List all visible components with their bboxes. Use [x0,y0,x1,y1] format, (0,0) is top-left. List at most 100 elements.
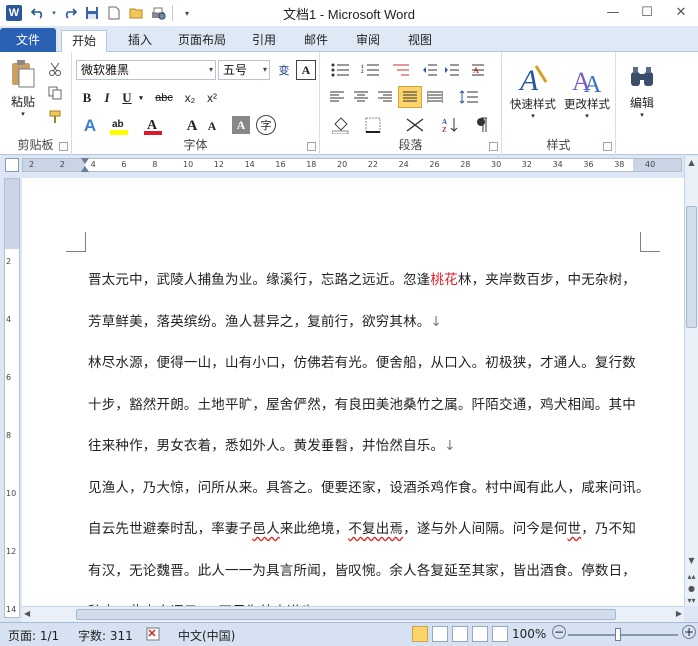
zoom-out-button[interactable]: − [552,625,566,639]
horizontal-scrollbar[interactable]: ◀ ▶ [22,606,684,622]
tab-selector[interactable] [5,158,19,172]
font-color-icon[interactable]: A [142,114,164,138]
full-screen-reading-icon[interactable] [432,626,448,642]
scroll-down-icon[interactable]: ▼ [685,554,698,568]
bold-button[interactable]: B [78,88,96,108]
outline-view-icon[interactable] [472,626,488,642]
distributed-icon[interactable] [424,88,446,106]
customize-dropdown-icon[interactable]: ▾ [177,4,197,22]
new-document-icon[interactable] [104,4,124,22]
scroll-up-icon[interactable]: ▲ [685,156,698,170]
change-styles-button[interactable]: AA 更改样式 ▾ [560,56,614,126]
paragraph-launcher-icon[interactable] [489,142,498,151]
editing-button[interactable]: 编辑 ▾ [622,56,662,126]
tab-references[interactable]: 引用 [246,30,282,52]
tab-view[interactable]: 视图 [402,30,438,52]
word-app-icon[interactable]: W [6,5,22,21]
document-text[interactable]: 晋太元中，武陵人捕鱼为业。缘溪行，忘路之远近。忽逢桃花林，夹岸数百步，中无杂树，… [88,260,650,606]
draft-view-icon[interactable] [492,626,508,642]
text-line[interactable]: 见渔人，乃大惊，问所从来。具答之。便要还家，设酒杀鸡作食。村中闻有此人，咸来问讯… [88,468,650,510]
underline-dropdown-icon[interactable]: ▾ [136,88,146,108]
styles-launcher-icon[interactable] [603,142,612,151]
tab-page-layout[interactable]: 页面布局 [172,30,232,52]
word-count[interactable]: 字数: 311 [78,627,133,644]
borders-icon[interactable] [360,114,386,136]
font-size-select[interactable]: 五号 ▾ [218,60,270,80]
chinese-layout-icon[interactable]: A [468,60,488,80]
subscript-button[interactable]: x₂ [180,88,200,108]
shrink-font-icon[interactable]: A [202,114,222,138]
character-shading-icon[interactable]: A [232,116,250,134]
phonetic-guide-icon[interactable]: 变 [274,60,294,80]
vertical-ruler[interactable]: 2 4 6 8 10 12 14 [4,178,20,618]
cut-icon[interactable] [46,60,64,78]
decrease-indent-icon[interactable] [420,60,440,80]
vertical-scrollbar[interactable]: ▲ ▼ ▴▴ ● ▾▾ [684,156,698,606]
text-effects-icon[interactable]: A [78,114,102,138]
paste-dropdown-icon[interactable]: ▾ [21,110,25,118]
document-page[interactable]: 晋太元中，武陵人捕鱼为业。缘溪行，忘路之远近。忽逢桃花林，夹岸数百步，中无杂树，… [22,178,684,606]
zoom-in-button[interactable]: + [682,625,696,639]
proofing-icon[interactable] [146,626,164,645]
text-highlight-icon[interactable]: ab [108,114,130,138]
justify-icon[interactable] [398,86,422,108]
web-layout-icon[interactable] [452,626,468,642]
enclose-characters-icon[interactable]: 字 [256,115,276,135]
align-left-icon[interactable] [326,88,348,106]
text-line[interactable]: 有汉，无论魏晋。此人一一为具言所闻，皆叹惋。余人各复延至其家，皆出酒食。停数日， [88,551,648,593]
grow-font-icon[interactable]: A [182,114,202,138]
font-launcher-icon[interactable] [307,142,316,151]
line-spacing-icon[interactable] [454,88,484,106]
multilevel-list-icon[interactable] [388,60,414,80]
open-folder-icon[interactable] [126,4,146,22]
format-painter-icon[interactable] [46,108,64,126]
superscript-button[interactable]: x² [202,88,222,108]
close-icon[interactable]: ✕ [664,0,698,24]
save-icon[interactable] [82,4,102,22]
sort-icon[interactable]: AZ [438,114,462,136]
tab-review[interactable]: 审阅 [350,30,386,52]
strikethrough-button[interactable]: abc [152,88,176,108]
character-border-icon[interactable]: A [296,60,316,80]
quick-styles-button[interactable]: A 快速样式 ▾ [506,56,560,126]
tab-mailings[interactable]: 邮件 [298,30,334,52]
copy-icon[interactable] [46,84,64,102]
print-layout-view-icon[interactable] [412,626,428,642]
clipboard-launcher-icon[interactable] [59,142,68,151]
text-line[interactable]: 辞去。此中人语云：“不足为外人道也。” [88,592,648,606]
next-page-icon[interactable]: ▾▾ [685,594,698,608]
print-preview-icon[interactable] [148,4,168,22]
align-right-icon[interactable] [374,88,396,106]
tab-home[interactable]: 开始 [61,30,107,52]
page-count[interactable]: 页面: 1/1 [8,627,59,644]
scroll-right-icon[interactable]: ▶ [676,609,682,618]
shading-icon[interactable] [328,114,354,136]
asian-typography-icon[interactable] [402,114,428,136]
zoom-slider[interactable] [568,634,678,636]
text-line[interactable]: 林尽水源，便得一山，山有小口，仿佛若有光。便舍船，从口入。初极狭，才通人。复行数 [88,343,648,385]
scroll-left-icon[interactable]: ◀ [24,609,30,618]
italic-button[interactable]: I [98,88,116,108]
tab-file[interactable]: 文件 [0,28,56,52]
zoom-level[interactable]: 100% [512,627,546,641]
redo-icon[interactable] [60,4,80,22]
tab-insert[interactable]: 插入 [120,30,160,52]
horizontal-scroll-thumb[interactable] [76,609,616,620]
increase-indent-icon[interactable] [442,60,462,80]
paste-button[interactable]: 粘贴 ▾ [6,58,40,118]
text-line[interactable]: 自云先世避秦时乱，率妻子邑人来此绝境，不复出焉，遂与外人间隔。问今是何世，乃不知 [88,509,648,551]
text-line[interactable]: 十步，豁然开朗。土地平旷，屋舍俨然，有良田美池桑竹之属。阡陌交通，鸡犬相闻。其中 [88,385,648,427]
zoom-slider-knob[interactable] [615,628,621,641]
align-center-icon[interactable] [350,88,372,106]
bullets-icon[interactable] [328,60,354,80]
vertical-scroll-thumb[interactable] [686,206,697,328]
underline-button[interactable]: U [118,88,136,108]
text-line[interactable]: 芳草鲜美，落英缤纷。渔人甚异之，复前行，欲穷其林。↓ [88,302,648,344]
indent-marker[interactable] [81,158,89,164]
show-marks-icon[interactable] [470,114,494,136]
language-status[interactable]: 中文(中国) [178,627,235,644]
text-line[interactable]: 往来种作，男女衣着，悉如外人。黄发垂髫，并怡然自乐。↓ [88,426,648,468]
maximize-icon[interactable]: ☐ [630,0,664,24]
undo-dropdown-icon[interactable]: ▾ [50,4,58,22]
font-name-select[interactable]: 微软雅黑 ▾ [76,60,216,80]
